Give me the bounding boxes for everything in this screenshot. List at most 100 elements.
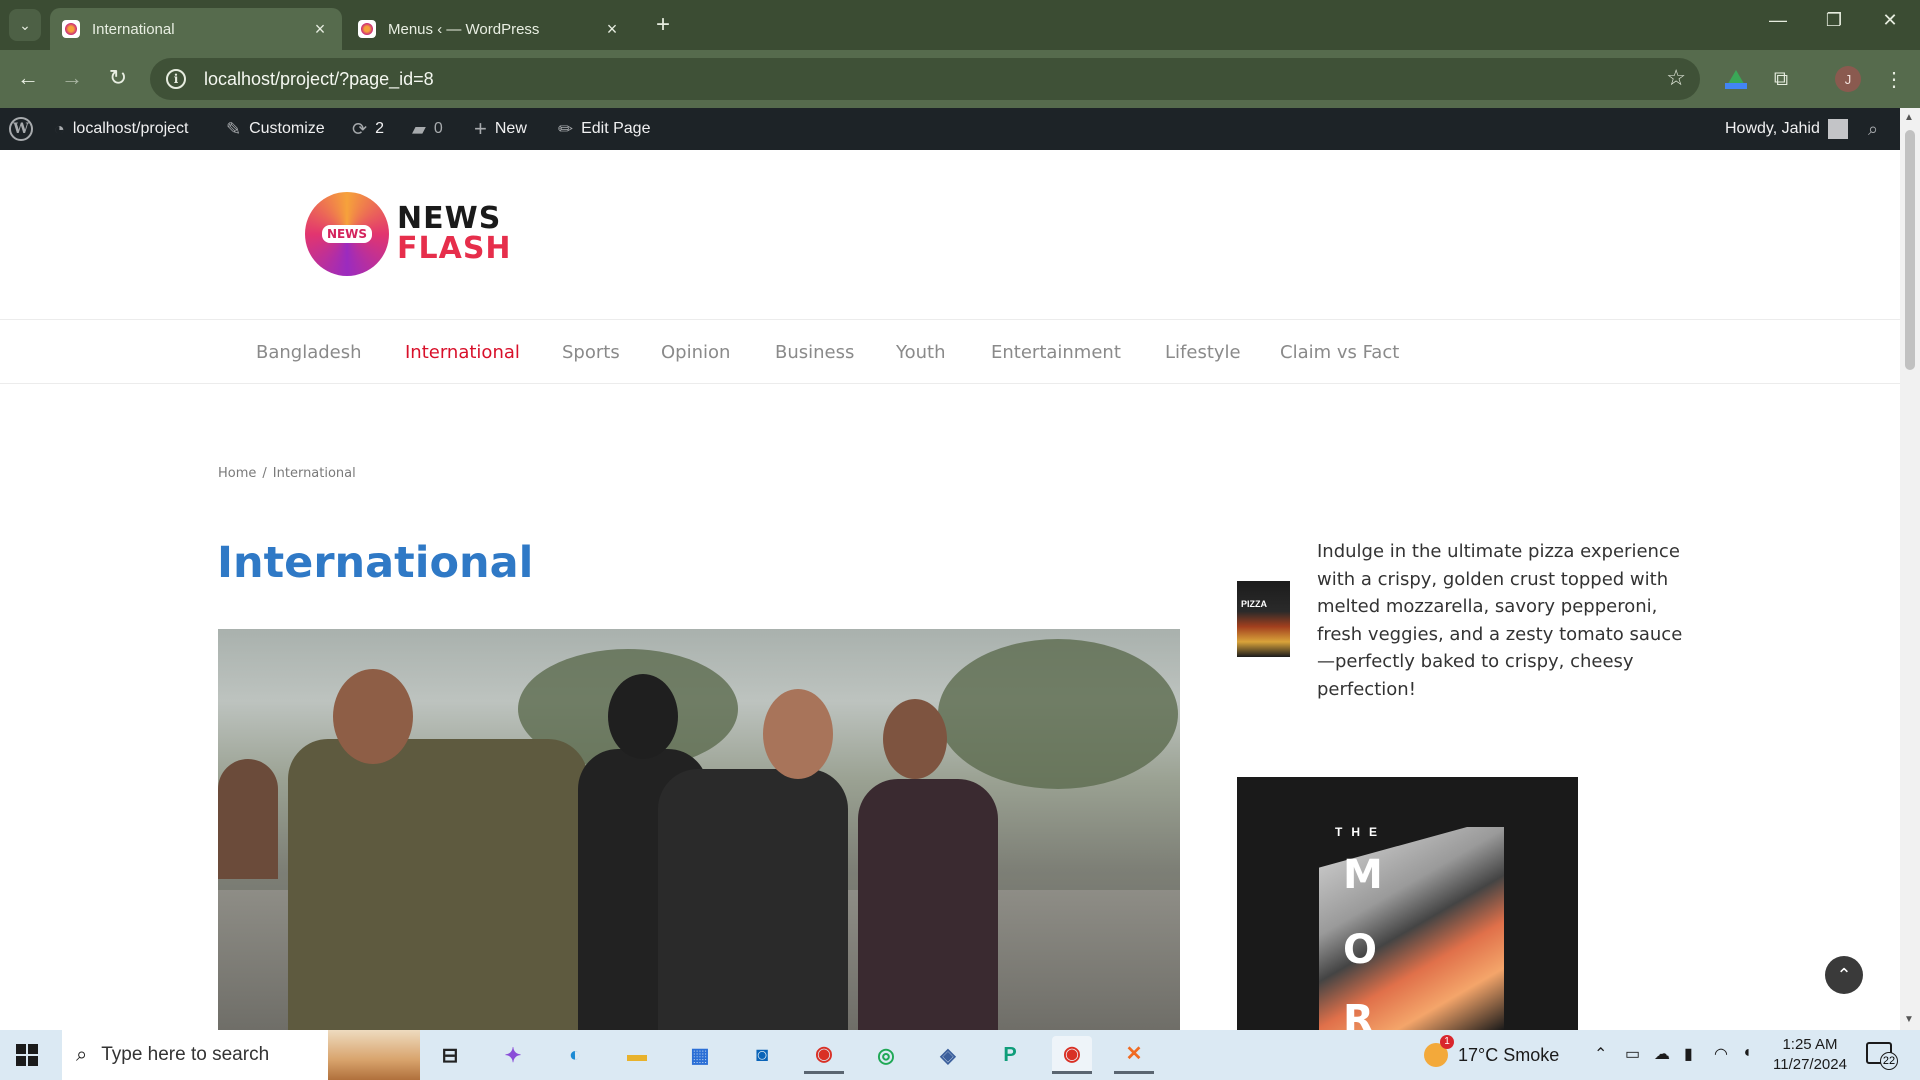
file-explorer-icon[interactable]: ▬ xyxy=(617,1036,657,1074)
meet-icon[interactable]: ▭ xyxy=(1625,1044,1640,1064)
minimize-button[interactable]: — xyxy=(1758,10,1798,31)
updates-link[interactable]: ⟳ 2 xyxy=(352,108,384,150)
menu-item-youth[interactable]: Youth xyxy=(896,320,946,384)
bookmark-star-icon[interactable]: ☆ xyxy=(1666,65,1686,91)
onedrive-error-icon[interactable]: ☁ xyxy=(1654,1044,1670,1064)
windows-start-icon[interactable] xyxy=(16,1044,38,1066)
forward-arrow-icon[interactable]: → xyxy=(58,65,86,91)
edit-page-link[interactable]: ✏ Edit Page xyxy=(558,108,650,150)
profile-avatar[interactable]: J xyxy=(1833,64,1863,94)
tab-title: International xyxy=(92,20,175,38)
menu-item-business[interactable]: Business xyxy=(775,320,854,384)
chevron-up-icon: ⌃ xyxy=(1836,964,1852,985)
site-header: NEWS NEWS FLASH xyxy=(0,150,1900,320)
breadcrumb: Home / International xyxy=(218,466,356,481)
chrome-profile-icon[interactable]: ◉ xyxy=(1052,1036,1092,1074)
comment-icon: ▰ xyxy=(412,118,426,139)
site-favicon-icon xyxy=(62,20,80,38)
new-content-link[interactable]: + New xyxy=(474,108,527,150)
wp-admin-bar: W ◔ localhost/project ✎ Customize ⟳ 2 ▰ … xyxy=(0,108,1900,150)
customize-link[interactable]: ✎ Customize xyxy=(226,108,325,150)
xampp-icon[interactable]: ✕ xyxy=(1114,1036,1154,1074)
site-logo[interactable]: NEWS NEWS FLASH xyxy=(305,192,512,276)
volume-icon[interactable]: ◖ xyxy=(1742,1044,1752,1062)
extensions-icon[interactable]: ⧉ xyxy=(1766,64,1796,94)
weather-text: 17°C Smoke xyxy=(1458,1044,1560,1065)
breadcrumb-home[interactable]: Home xyxy=(218,466,256,481)
logo-flash-text: FLASH xyxy=(397,231,512,266)
menu-item-claim-vs-fact[interactable]: Claim vs Fact xyxy=(1280,320,1399,384)
back-arrow-icon[interactable]: ← xyxy=(14,65,42,91)
wifi-icon[interactable]: ◠ xyxy=(1714,1044,1728,1064)
microsoft-store-icon[interactable]: ▦ xyxy=(680,1036,720,1074)
new-tab-button[interactable]: + xyxy=(650,12,676,38)
tab-menus-wordpress[interactable]: Menus ‹ — WordPress × xyxy=(346,8,634,50)
tab-title: Menus ‹ — WordPress xyxy=(388,20,540,38)
reload-icon[interactable]: ↻ xyxy=(104,65,132,91)
weather-widget[interactable]: 17°C Smoke xyxy=(1424,1030,1559,1080)
browser-menu-icon[interactable]: ⋮ xyxy=(1879,64,1909,94)
page-scrollbar[interactable]: ▲ ▼ xyxy=(1900,108,1920,1030)
search-placeholder: Type here to search xyxy=(101,1044,270,1065)
pizza-ad-thumbnail[interactable]: PIZZA xyxy=(1237,581,1290,657)
wordpress-logo-icon[interactable]: W xyxy=(9,108,33,150)
weather-icon xyxy=(1424,1035,1454,1067)
url-text[interactable]: localhost/project/?page_id=8 xyxy=(204,69,434,90)
clock-time: 1:25 AM xyxy=(1782,1036,1838,1053)
menu-item-entertainment[interactable]: Entertainment xyxy=(991,320,1121,384)
new-label: New xyxy=(494,120,527,137)
scrollbar-thumb[interactable] xyxy=(1905,130,1915,370)
the-more-ad-banner[interactable]: THE M O R xyxy=(1237,777,1578,1030)
menu-item-bangladesh[interactable]: Bangladesh xyxy=(256,320,362,384)
address-bar[interactable]: i localhost/project/?page_id=8 ☆ xyxy=(150,58,1700,100)
photos-app-icon[interactable]: ◈ xyxy=(928,1036,968,1074)
edit-page-label: Edit Page xyxy=(581,120,651,137)
taskbar-search-box[interactable]: ⌕ Type here to search xyxy=(62,1030,420,1080)
notification-center-icon[interactable]: 22 xyxy=(1866,1042,1898,1070)
page-title: International xyxy=(217,538,534,588)
my-account-link[interactable]: Howdy, Jahid xyxy=(1725,108,1848,150)
chrome-icon[interactable]: ◉ xyxy=(804,1036,844,1074)
p-app-icon[interactable]: P xyxy=(990,1036,1030,1074)
taskbar-clock[interactable]: 1:25 AM 11/27/2024 xyxy=(1773,1035,1847,1075)
menu-item-international[interactable]: International xyxy=(405,320,520,384)
featured-image[interactable] xyxy=(218,629,1180,1030)
menu-item-opinion[interactable]: Opinion xyxy=(661,320,730,384)
user-avatar xyxy=(1827,119,1848,139)
primary-menu: Bangladesh International Sports Opinion … xyxy=(0,320,1900,384)
scroll-to-top-button[interactable]: ⌃ xyxy=(1825,956,1863,994)
scroll-down-arrow-icon[interactable]: ▼ xyxy=(1904,1014,1914,1025)
notification-count: 22 xyxy=(1880,1052,1898,1070)
close-icon[interactable]: × xyxy=(602,19,622,40)
updates-count: 2 xyxy=(375,120,384,137)
menu-item-lifestyle[interactable]: Lifestyle xyxy=(1165,320,1241,384)
howdy-text: Howdy, Jahid xyxy=(1725,120,1820,137)
restore-button[interactable]: ❐ xyxy=(1814,10,1854,31)
ad-letter-r: R xyxy=(1343,997,1374,1030)
battery-icon[interactable]: ▮ xyxy=(1684,1044,1693,1064)
comments-link[interactable]: ▰ 0 xyxy=(412,108,443,150)
task-view-icon[interactable]: ⊟ xyxy=(430,1036,470,1074)
site-info-icon[interactable]: i xyxy=(166,69,186,89)
ad-the-text: THE xyxy=(1335,825,1386,839)
brush-icon: ✎ xyxy=(226,118,242,139)
google-drive-icon[interactable] xyxy=(1721,64,1751,94)
windows-taskbar: ⌕ Type here to search ⊟ ✦ ◐ ▬ ▦ ◙ ◉ ◎ ◈ … xyxy=(0,1030,1920,1080)
show-hidden-icons-chevron-icon[interactable]: ⌃ xyxy=(1594,1044,1607,1064)
chevron-down-icon: ⌄ xyxy=(19,16,31,33)
browser-toolbar: ← → ↻ i localhost/project/?page_id=8 ☆ ⧉… xyxy=(0,50,1920,108)
edge-browser-icon[interactable]: ◐ xyxy=(555,1036,595,1074)
close-window-button[interactable]: ✕ xyxy=(1870,10,1910,31)
tab-search-button[interactable]: ⌄ xyxy=(9,9,41,41)
scroll-up-arrow-icon[interactable]: ▲ xyxy=(1904,112,1914,123)
whatsapp-icon[interactable]: ◎ xyxy=(866,1036,906,1074)
close-icon[interactable]: × xyxy=(310,19,330,40)
tab-international[interactable]: International × xyxy=(50,8,342,50)
search-highlight-image xyxy=(328,1030,420,1080)
search-icon[interactable]: ⌕ xyxy=(1868,108,1878,150)
copilot-icon[interactable]: ✦ xyxy=(493,1036,533,1074)
site-name-link[interactable]: ◔ localhost/project xyxy=(54,108,189,150)
outlook-icon[interactable]: ◙ xyxy=(742,1036,782,1074)
menu-item-sports[interactable]: Sports xyxy=(562,320,620,384)
dashboard-icon: ◔ xyxy=(54,118,65,139)
